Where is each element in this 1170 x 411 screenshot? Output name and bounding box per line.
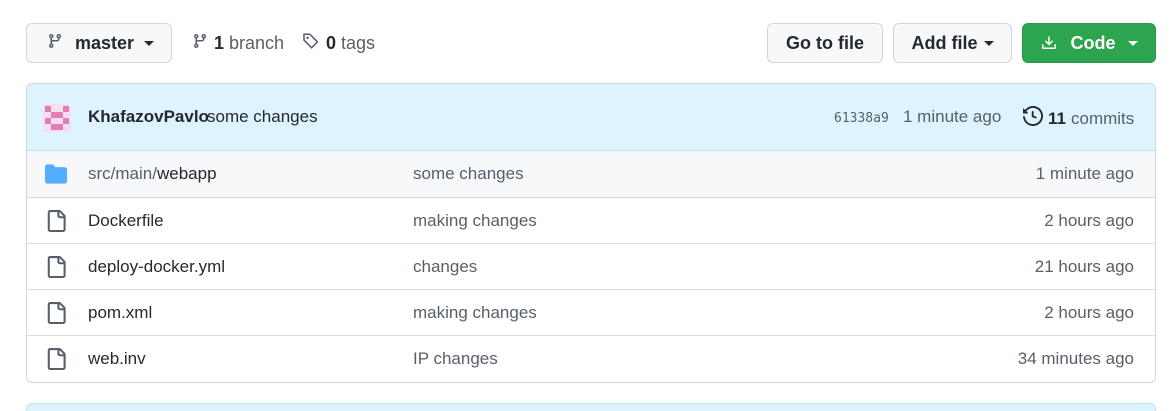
file-name[interactable]: web.inv <box>88 349 146 369</box>
commit-word: commits <box>1070 108 1135 128</box>
tag-count: 0 <box>326 32 337 53</box>
file-commit-time: 2 hours ago <box>1044 303 1134 322</box>
chevron-down-icon <box>1127 40 1138 46</box>
commit-time: 1 minute ago <box>903 107 1002 126</box>
file-name[interactable]: deploy-docker.yml <box>88 257 225 277</box>
file-row-dockerfile[interactable]: Dockerfile making changes 2 hours ago <box>27 197 1155 243</box>
file-commit-message[interactable]: making changes <box>413 303 537 323</box>
tags-link[interactable]: 0 tags <box>302 23 375 63</box>
branch-count: 1 <box>214 32 225 53</box>
tag-icon <box>302 32 320 55</box>
history-icon <box>1023 105 1044 131</box>
branches-link[interactable]: 1 branch <box>192 23 284 63</box>
add-file-button[interactable]: Add file <box>893 23 1012 63</box>
file-icon <box>45 210 67 232</box>
chevron-down-icon <box>144 40 155 46</box>
file-row-deploy-docker[interactable]: deploy-docker.yml changes 21 hours ago <box>27 243 1155 289</box>
commit-message[interactable]: some changes <box>207 107 318 127</box>
branch-word: branch <box>229 32 285 53</box>
branch-selector-button[interactable]: master <box>26 23 172 63</box>
folder-name: webapp <box>156 164 217 183</box>
commit-count: 11 <box>1048 108 1066 128</box>
repo-toolbar: master 1 branch 0 tags Go to file Add fi… <box>26 23 1156 63</box>
file-commit-message[interactable]: making changes <box>413 211 537 231</box>
file-name[interactable]: pom.xml <box>88 303 152 323</box>
file-commit-message[interactable]: changes <box>413 257 477 277</box>
readme-header-edge <box>26 403 1156 411</box>
commits-link[interactable]: 11 commits <box>1023 105 1135 131</box>
folder-icon <box>45 163 67 185</box>
branch-icon <box>47 33 63 54</box>
code-button[interactable]: Code <box>1022 23 1156 63</box>
file-commit-time: 2 hours ago <box>1044 211 1134 230</box>
latest-commit-bar: KhafazovPavlo some changes 61338a9 1 min… <box>27 84 1155 151</box>
file-commit-message[interactable]: some changes <box>413 164 524 184</box>
branch-icon <box>192 33 208 54</box>
go-to-file-button[interactable]: Go to file <box>767 23 883 63</box>
add-file-label: Add file <box>911 32 978 53</box>
avatar[interactable] <box>43 104 71 132</box>
file-icon <box>45 302 67 324</box>
file-row-webapp[interactable]: src/main/webapp some changes 1 minute ag… <box>27 151 1155 197</box>
file-name[interactable]: src/main/webapp <box>88 164 217 184</box>
file-icon <box>45 348 67 370</box>
file-commit-time: 21 hours ago <box>1034 257 1134 276</box>
file-row-pom[interactable]: pom.xml making changes 2 hours ago <box>27 289 1155 335</box>
file-commit-time: 1 minute ago <box>1035 164 1134 183</box>
tag-word: tags <box>341 32 376 53</box>
chevron-down-icon <box>983 40 994 46</box>
branch-name: master <box>75 32 135 53</box>
commit-sha[interactable]: 61338a9 <box>834 111 889 126</box>
file-row-web-inv[interactable]: web.inv IP changes 34 minutes ago <box>27 335 1155 381</box>
file-name[interactable]: Dockerfile <box>88 211 164 231</box>
code-label: Code <box>1070 32 1116 53</box>
path-prefix: src/main/ <box>88 164 157 183</box>
file-browser: KhafazovPavlo some changes 61338a9 1 min… <box>26 83 1156 383</box>
download-icon <box>1041 35 1057 51</box>
go-to-file-label: Go to file <box>786 32 864 53</box>
file-commit-time: 34 minutes ago <box>1017 349 1134 368</box>
commit-author[interactable]: KhafazovPavlo <box>88 107 209 127</box>
file-icon <box>45 256 67 278</box>
file-commit-message[interactable]: IP changes <box>413 349 498 369</box>
